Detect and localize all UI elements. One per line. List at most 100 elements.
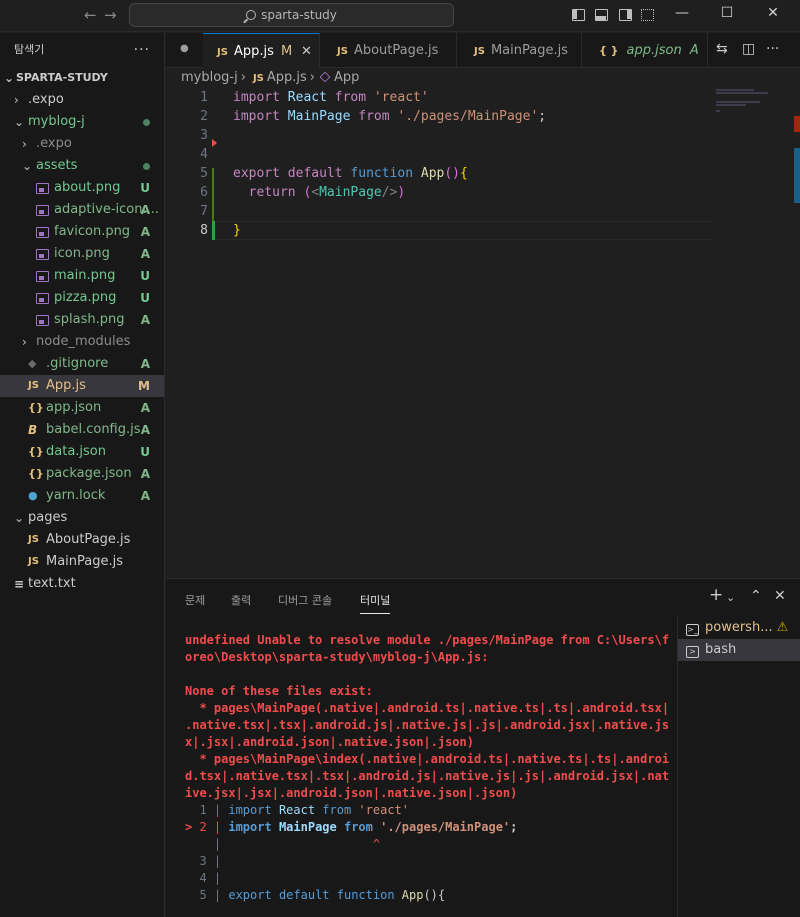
minimap[interactable]	[716, 88, 778, 112]
terminal-line: d.tsx|.native.tsx|.tsx|.android.js|.nati…	[185, 769, 670, 783]
tree-item[interactable]: pizza.png U	[0, 287, 164, 309]
tree-item[interactable]: about.png U	[0, 177, 164, 199]
terminal-item-bash[interactable]: > bash	[678, 639, 800, 661]
chevron-up-icon[interactable]: ⌃	[750, 588, 762, 604]
maximize-icon[interactable]: ☐	[717, 5, 737, 21]
tree-item[interactable]: {} data.json U	[0, 441, 164, 463]
git-status-badge: A	[140, 489, 150, 503]
source-control-compare-icon[interactable]: ⇆	[716, 41, 728, 57]
arrow-right-icon[interactable]: →	[104, 6, 117, 24]
chevron-down-icon[interactable]: ⌄	[726, 591, 735, 604]
breadcrumb-symbol[interactable]: App	[334, 70, 359, 85]
chevron-down-icon: ⌄	[22, 159, 33, 173]
tab-problems[interactable]: 문제	[185, 592, 205, 608]
plus-icon[interactable]: +	[709, 585, 723, 605]
tree-item-label: AboutPage.js	[46, 532, 131, 547]
js-file-icon: JS	[28, 534, 39, 545]
code-line: 1 import React from 'react'	[166, 88, 712, 107]
minimize-icon[interactable]: —	[672, 5, 692, 21]
code-frame-line: > 2 | import MainPage from './pages/Main…	[185, 820, 518, 834]
js-file-icon: JS	[217, 47, 228, 58]
selection-scroll-mark	[794, 148, 800, 203]
editor-scrollbar[interactable]	[786, 88, 800, 208]
tree-item[interactable]: JS App.js M	[0, 375, 164, 397]
tab-mainpage-js[interactable]: JS MainPage.js	[457, 33, 582, 68]
terminal-list: >_ powersh... ⚠ > bash	[677, 615, 800, 917]
explorer-title: 탐색기	[14, 43, 45, 56]
bottom-panel: 문제 출력 디버그 콘솔 터미널 + ⌄ ⌃ ✕ undefined Unabl…	[166, 578, 800, 917]
more-actions-icon[interactable]: ···	[766, 41, 779, 57]
arrow-left-icon[interactable]: ←	[84, 6, 97, 24]
terminal-item-powershell[interactable]: >_ powersh... ⚠	[678, 617, 800, 639]
close-icon[interactable]: ✕	[763, 5, 783, 21]
tree-item[interactable]: adaptive-icon.... A	[0, 199, 164, 221]
git-status-badge: A	[140, 247, 150, 261]
tab-output[interactable]: 출력	[231, 592, 251, 608]
tree-item[interactable]: ⌄ myblog-j	[0, 111, 164, 133]
tree-item[interactable]: favicon.png A	[0, 221, 164, 243]
tree-item[interactable]: icon.png A	[0, 243, 164, 265]
tree-item[interactable]: main.png U	[0, 265, 164, 287]
tree-item[interactable]: {} app.json A	[0, 397, 164, 419]
tab-debug-console[interactable]: 디버그 콘솔	[278, 592, 332, 608]
line-number: 4	[200, 147, 208, 162]
line-number: 2	[200, 109, 208, 124]
terminal-line: * pages\MainPage\index(.native|.android.…	[185, 752, 670, 766]
line-number: 3	[200, 128, 208, 143]
code-line: 7	[166, 202, 712, 221]
tree-item[interactable]: ⌄ assets	[0, 155, 164, 177]
tree-item-label: splash.png	[54, 312, 125, 327]
terminal-line: oreo\Desktop\sparta-study\myblog-j\App.j…	[185, 650, 489, 664]
tree-item[interactable]: › .expo	[0, 133, 164, 155]
toggle-panel-icon[interactable]	[595, 9, 608, 21]
tree-item[interactable]: › node_modules	[0, 331, 164, 353]
code-editor[interactable]: 1 import React from 'react' 2 import MainPa…	[166, 88, 800, 578]
tree-item[interactable]: JS AboutPage.js	[0, 529, 164, 551]
tree-item-label: .gitignore	[46, 356, 109, 371]
tree-item[interactable]: Bbabel.config.js A	[0, 419, 164, 441]
more-actions-icon[interactable]: ···	[134, 33, 150, 67]
tree-item[interactable]: splash.png A	[0, 309, 164, 331]
git-dot-icon	[143, 155, 150, 177]
tree-item[interactable]: {} package.json A	[0, 463, 164, 485]
git-status-badge: A	[140, 401, 150, 415]
explorer-root[interactable]: ⌄ SPARTA-STUDY	[0, 67, 164, 89]
tree-item[interactable]: JS MainPage.js	[0, 551, 164, 573]
customize-layout-icon[interactable]	[641, 9, 654, 21]
git-status-badge: U	[140, 269, 150, 283]
tab-app-json[interactable]: { } app.json A	[582, 33, 708, 68]
json-file-icon: { }	[599, 44, 619, 57]
close-panel-icon[interactable]: ✕	[774, 588, 786, 604]
command-center-search[interactable]: sparta-study	[129, 3, 454, 27]
tab-terminal[interactable]: 터미널	[360, 592, 391, 614]
code-text: export default function App(){	[233, 166, 468, 181]
tree-item[interactable]: ⌄ pages	[0, 507, 164, 529]
split-editor-icon[interactable]: ◫	[742, 41, 755, 57]
close-tab-icon[interactable]: ✕	[301, 34, 312, 69]
git-status-badge: U	[140, 181, 150, 195]
terminal-label: bash	[705, 642, 737, 657]
breadcrumb-folder[interactable]: myblog-j	[181, 70, 238, 85]
warning-icon: ⚠	[776, 620, 789, 635]
explorer-sidebar: 탐색기 ··· ⌄ SPARTA-STUDY › .expo ⌄ myblog-j ›.…	[0, 33, 165, 917]
tree-item[interactable]: ● yarn.lock A	[0, 485, 164, 507]
tree-item[interactable]: ◆ .gitignore A	[0, 353, 164, 375]
panel-tab-bar: 문제 출력 디버그 콘솔 터미널 + ⌄ ⌃ ✕	[166, 579, 800, 615]
toggle-secondary-sidebar-icon[interactable]	[619, 9, 632, 21]
js-file-icon: JS	[28, 380, 39, 391]
line-number: 7	[200, 204, 208, 219]
toggle-sidebar-icon[interactable]	[572, 9, 585, 21]
git-status-badge: A	[140, 225, 150, 239]
tab-app-js[interactable]: JS App.js M ✕	[203, 33, 320, 68]
search-icon	[246, 10, 257, 20]
line-number: 5	[200, 166, 208, 181]
tree-item[interactable]: › .expo	[0, 89, 164, 111]
modified-badge: M	[281, 44, 293, 59]
tree-item-label: babel.config.js	[46, 422, 141, 437]
code-line: 8}	[166, 221, 712, 240]
tree-item[interactable]: ≡ text.txt	[0, 573, 164, 595]
symbol-function-icon	[319, 71, 331, 83]
terminal-output[interactable]: undefined Unable to resolve module ./pag…	[166, 615, 676, 917]
breadcrumb-file[interactable]: App.js	[267, 70, 307, 85]
tab-aboutpage-js[interactable]: JS AboutPage.js	[320, 33, 457, 68]
